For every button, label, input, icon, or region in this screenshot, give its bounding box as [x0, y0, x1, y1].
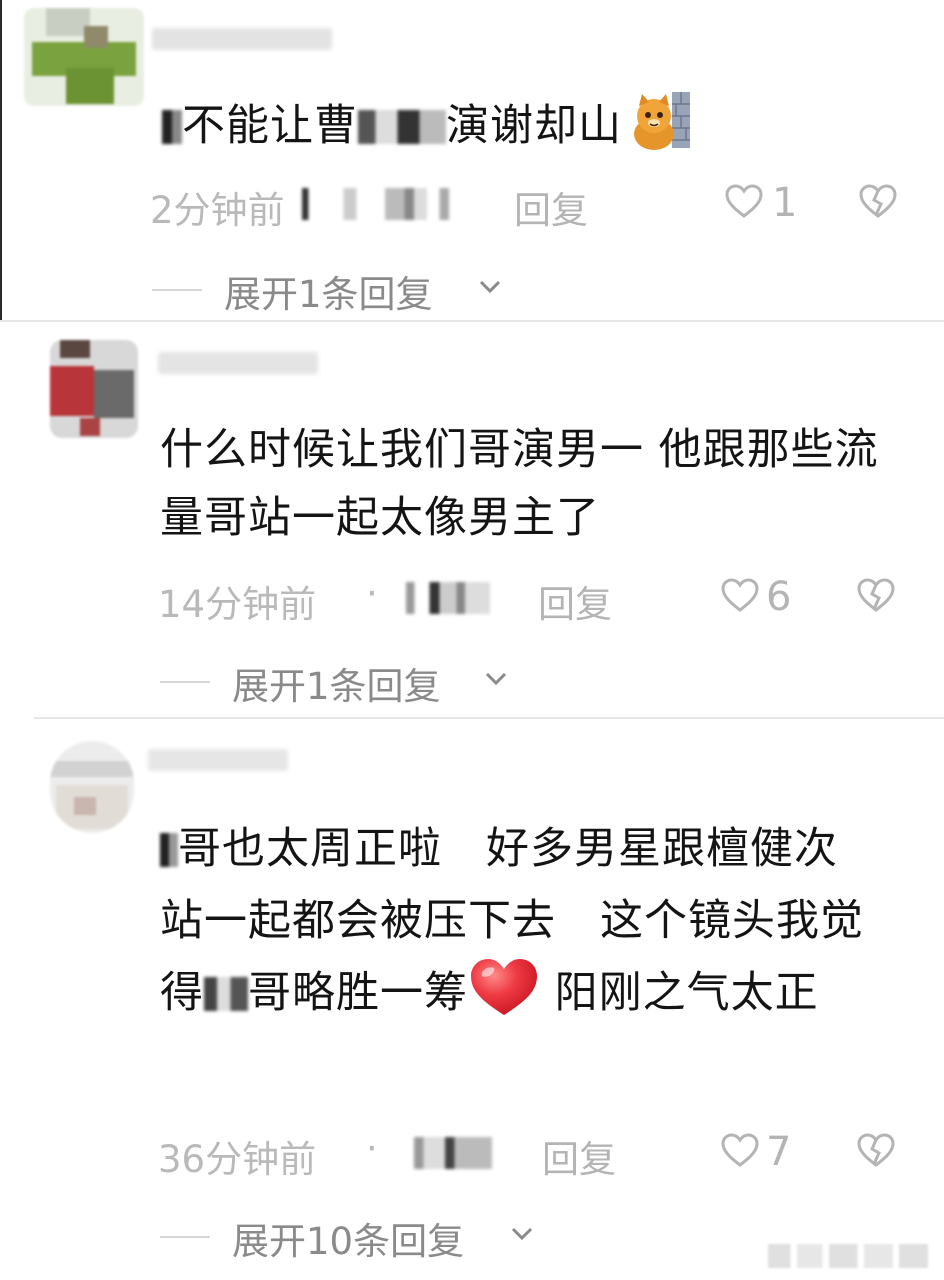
censored-mosaic	[162, 110, 182, 144]
watermark	[768, 1244, 928, 1268]
separator-dot: ·	[366, 572, 378, 615]
censored-mosaic	[204, 977, 248, 1011]
comment-meta: 2分钟前 回复 1	[2, 180, 944, 232]
reply-button[interactable]: 回复	[538, 574, 612, 628]
comment-text: 哥也太周正啦 好多男星跟檀健次站一起都会被压下去 这个镜头我觉得 哥略胜一筹 阳刚…	[160, 813, 880, 1029]
expand-label[interactable]: 展开1条回复	[224, 264, 433, 318]
avatar[interactable]	[50, 340, 138, 438]
divider-line	[152, 289, 202, 291]
comment-text-part: 不能让曹	[182, 101, 358, 151]
expand-label[interactable]: 展开1条回复	[232, 656, 441, 710]
expand-replies[interactable]: 展开10条回复	[160, 1211, 580, 1263]
location-blurred	[406, 582, 490, 614]
red-heart-emoji	[471, 959, 537, 1015]
expand-replies[interactable]: 展开1条回复	[160, 656, 560, 708]
location-blurred	[302, 188, 462, 220]
comment-item-1: 能不能让曹演谢却山 2分钟前 回复 1	[0, 0, 944, 320]
timestamp: 36分钟前	[158, 1138, 317, 1181]
comment-text-part: 哥略胜一筹	[248, 968, 468, 1018]
like-count: 6	[766, 574, 792, 620]
heart-outline-icon[interactable]	[720, 1131, 760, 1171]
comment-meta: 14分钟前 · 回复 6	[0, 572, 944, 626]
censored-mosaic	[358, 110, 446, 144]
expand-label[interactable]: 展开10条回复	[232, 1211, 464, 1265]
cat-wall-emoji	[634, 92, 690, 150]
broken-heart-icon[interactable]	[856, 576, 896, 616]
comment-item-3: 哥也太周正啦 好多男星跟檀健次站一起都会被压下去 这个镜头我觉得 哥略胜一筹 阳刚…	[0, 719, 944, 1280]
broken-heart-icon[interactable]	[858, 182, 898, 222]
divider-line	[160, 1236, 210, 1238]
comment-text: 能不能让曹演谢却山	[162, 88, 902, 160]
like-count: 7	[766, 1129, 792, 1175]
comment-item-2: 什么时候让我们哥演男一 他跟那些流量哥站一起太像男主了 14分钟前 · 回复 6…	[0, 322, 944, 717]
divider-line	[160, 681, 210, 683]
location-blurred	[414, 1137, 492, 1169]
heart-outline-icon[interactable]	[724, 182, 764, 222]
expand-replies[interactable]: 展开1条回复	[152, 264, 552, 316]
chevron-down-icon[interactable]	[484, 670, 508, 688]
comment-text: 什么时候让我们哥演男一 他跟那些流量哥站一起太像男主了	[160, 425, 879, 543]
timestamp: 14分钟前	[158, 583, 317, 626]
comment-text-part: 演谢却山	[446, 101, 622, 151]
reply-button[interactable]: 回复	[514, 180, 588, 234]
censored-mosaic	[160, 833, 178, 867]
comment-meta: 36分钟前 · 回复 7	[0, 1127, 944, 1181]
reply-button[interactable]: 回复	[542, 1129, 616, 1183]
timestamp: 2分钟前	[150, 189, 285, 232]
heart-outline-icon[interactable]	[720, 576, 760, 616]
username-blurred[interactable]	[148, 749, 288, 771]
avatar[interactable]	[24, 8, 144, 106]
comment-text-part: 阳刚之气太正	[540, 968, 819, 1018]
chevron-down-icon[interactable]	[478, 278, 502, 296]
broken-heart-icon[interactable]	[856, 1131, 896, 1171]
avatar[interactable]	[50, 741, 134, 833]
username-blurred[interactable]	[152, 28, 332, 50]
separator-dot: ·	[366, 1127, 378, 1170]
username-blurred[interactable]	[158, 352, 318, 374]
chevron-down-icon[interactable]	[510, 1225, 534, 1243]
like-count: 1	[772, 180, 798, 226]
